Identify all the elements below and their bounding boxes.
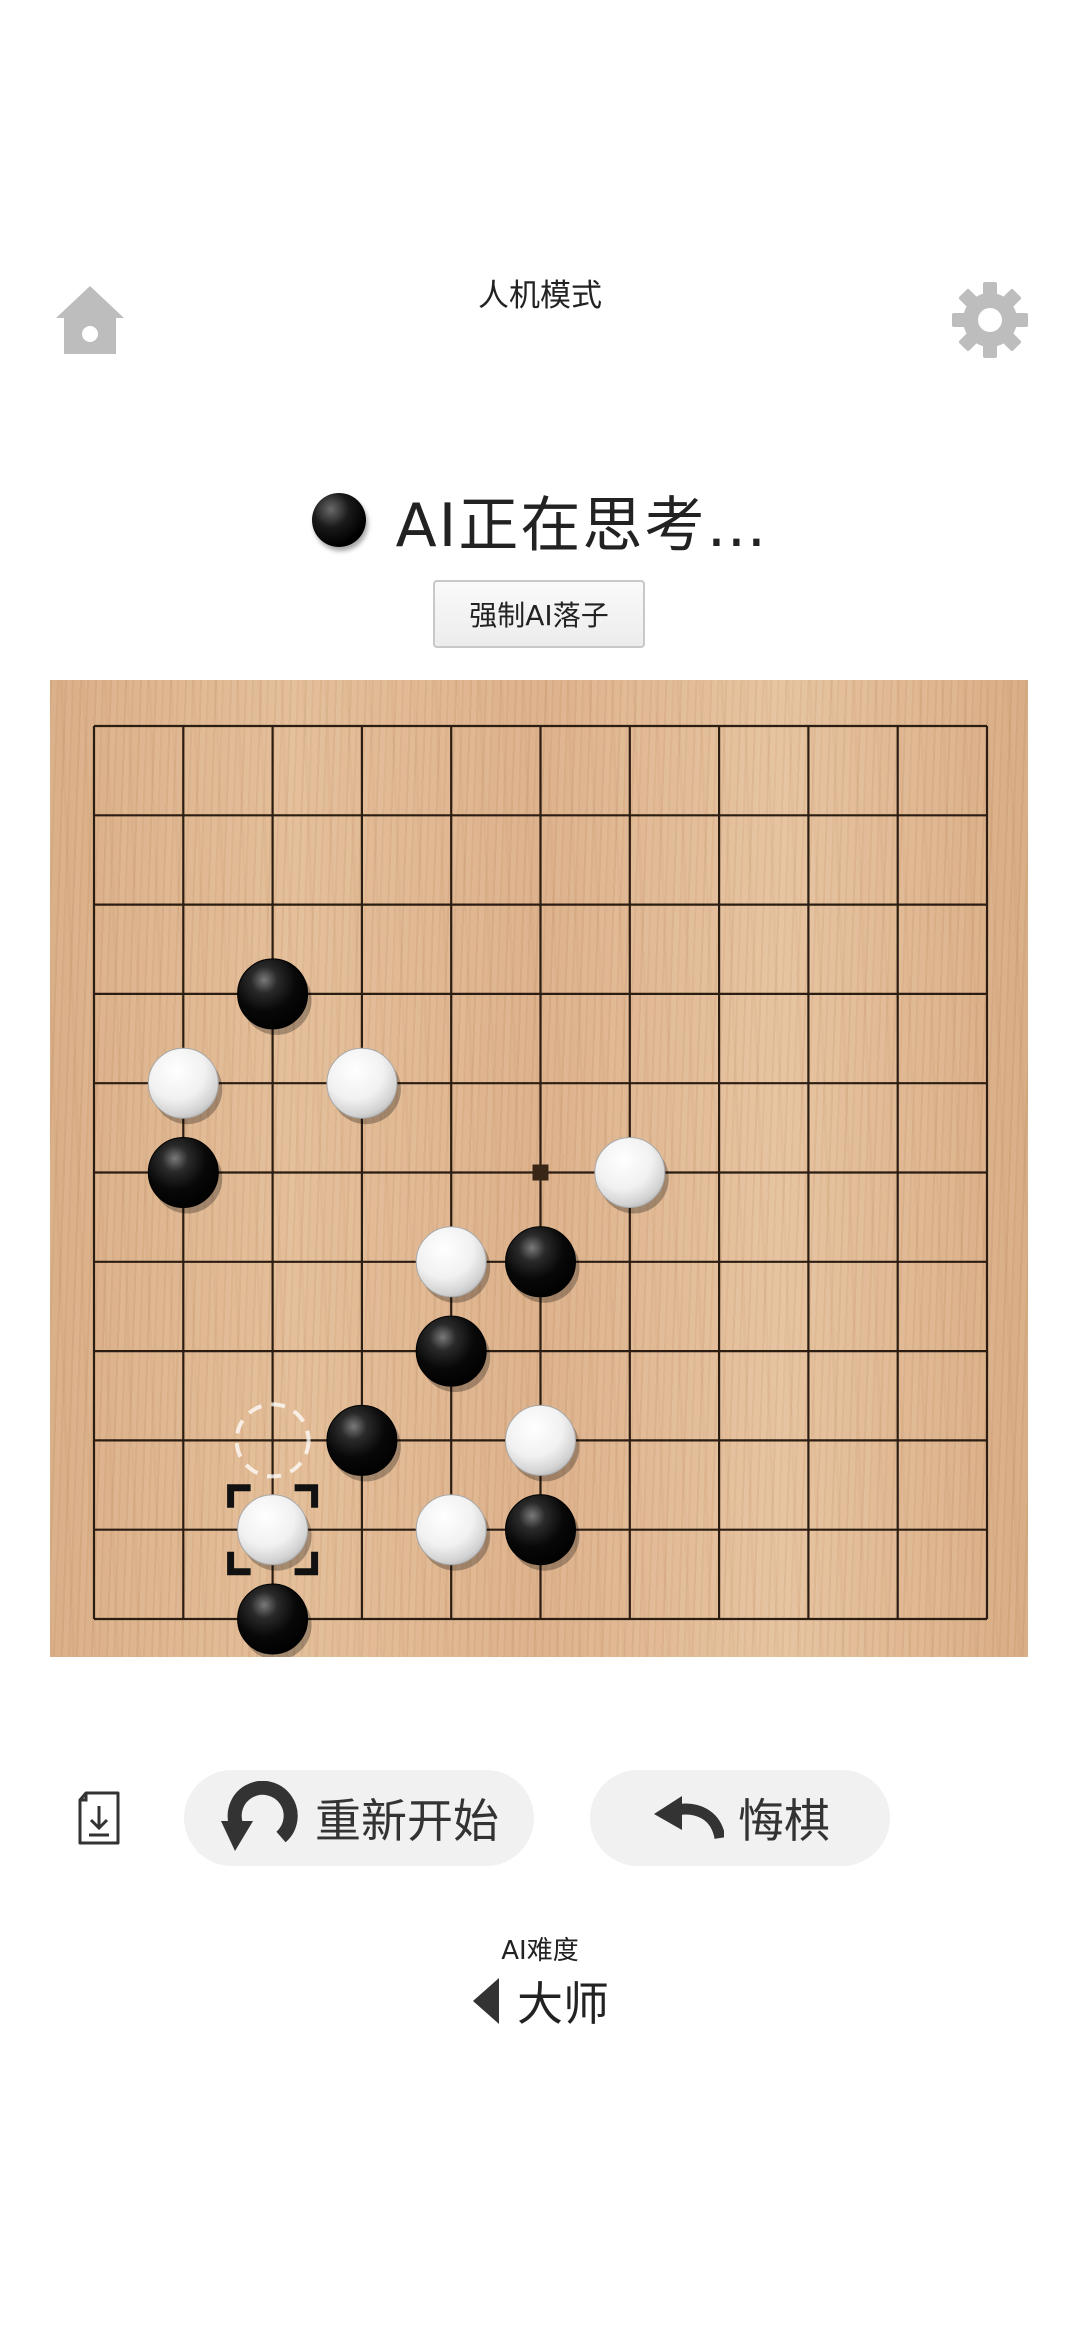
home-icon (56, 286, 124, 354)
black-stone (237, 958, 312, 1035)
black-stone-indicator (311, 493, 366, 547)
turn-status: AI正在思考… (0, 480, 1080, 561)
black-stone (326, 1404, 401, 1482)
undo-button[interactable]: 悔棋 (590, 1770, 890, 1866)
black-stone (415, 1315, 491, 1393)
star-point (532, 1164, 549, 1181)
restart-button[interactable]: 重新开始 (184, 1770, 534, 1866)
white-stone (415, 1494, 491, 1571)
white-stone (415, 1226, 491, 1303)
black-stone (505, 1494, 580, 1571)
status-text: AI正在思考… (395, 490, 769, 561)
restart-label: 重新开始 (315, 1794, 499, 1848)
black-stone (147, 1137, 223, 1214)
difficulty-caption: AI难度 (501, 1936, 579, 1966)
white-stone (237, 1494, 312, 1571)
difficulty-selector[interactable]: 大师 (0, 1968, 1080, 2034)
board-canvas[interactable] (50, 680, 1028, 1657)
undo-label: 悔棋 (738, 1794, 830, 1848)
gear-icon (952, 282, 1028, 358)
save-record-icon (78, 1791, 120, 1845)
home-button[interactable] (50, 280, 130, 360)
page-title: 人机模式 (478, 278, 602, 314)
white-stone (505, 1404, 580, 1482)
white-stone (326, 1047, 401, 1125)
save-record-button[interactable] (76, 1790, 122, 1846)
white-stone (147, 1047, 223, 1125)
settings-button[interactable] (950, 280, 1030, 360)
restart-icon (221, 1781, 298, 1851)
black-stone (505, 1226, 580, 1303)
difficulty-value: 大师 (517, 1977, 609, 2031)
force-ai-move-button[interactable]: 强制AI落子 (433, 580, 645, 648)
undo-icon (654, 1796, 724, 1840)
white-stone (594, 1137, 669, 1214)
black-stone (237, 1583, 312, 1657)
game-board[interactable] (50, 680, 1028, 1657)
chevron-left-icon[interactable] (471, 1976, 501, 2026)
